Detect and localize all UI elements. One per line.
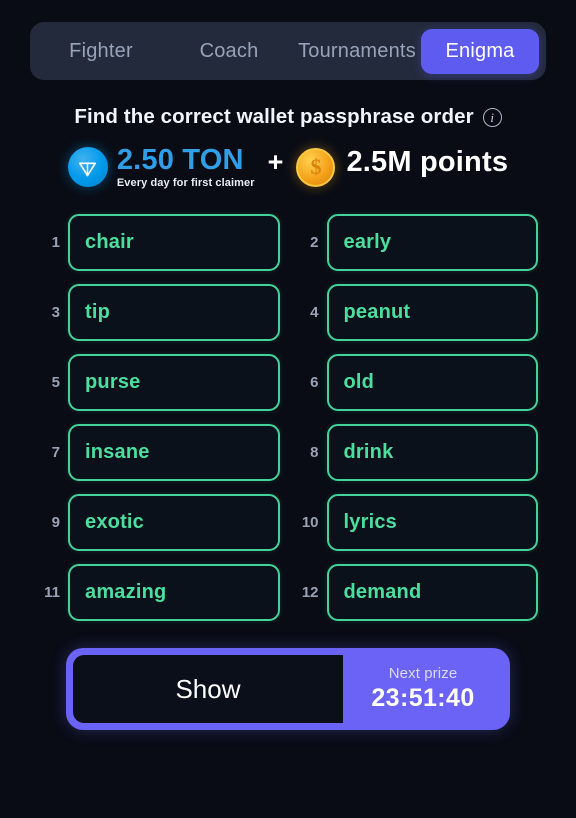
word-cell: 2 early — [297, 214, 538, 271]
word-label: peanut — [343, 301, 411, 323]
word-label: chair — [85, 231, 134, 253]
word-index: 4 — [310, 304, 319, 321]
tab-tournaments-label: Tournaments — [298, 39, 416, 62]
main-tab-bar: Fighter Coach Tournaments Enigma — [30, 22, 546, 80]
tab-fighter[interactable]: Fighter — [37, 29, 165, 74]
word-cell: 7 insane — [38, 424, 280, 481]
info-circle-icon[interactable]: i — [482, 107, 502, 127]
bottom-action-bar: Show Next prize 23:51:40 — [66, 648, 510, 730]
word-index: 5 — [51, 374, 60, 391]
word-label: old — [343, 371, 375, 393]
word-label: insane — [85, 441, 150, 463]
word-cell: 9 exotic — [38, 494, 280, 551]
word-card[interactable]: purse — [68, 354, 280, 411]
word-label: exotic — [85, 511, 145, 533]
word-index: 7 — [51, 444, 60, 461]
word-cell: 10 lyrics — [297, 494, 538, 551]
next-prize-countdown: 23:51:40 — [371, 684, 475, 712]
word-cell: 4 peanut — [297, 284, 538, 341]
prize-row: 2.50 TON Every day for first claimer + $… — [67, 143, 508, 191]
word-cell: 5 purse — [38, 354, 280, 411]
word-card[interactable]: early — [326, 214, 538, 271]
word-index: 10 — [301, 514, 319, 531]
tab-fighter-label: Fighter — [69, 39, 133, 62]
word-cell: 6 old — [297, 354, 538, 411]
ton-amount: 2.50 TON — [116, 143, 244, 176]
word-cell: 11 amazing — [38, 564, 280, 621]
word-cell: 12 demand — [297, 564, 538, 621]
word-card[interactable]: old — [326, 354, 538, 411]
word-index: 12 — [301, 584, 319, 601]
word-index: 2 — [310, 234, 319, 251]
word-card[interactable]: chair — [68, 214, 280, 271]
word-index: 11 — [44, 584, 60, 601]
ton-subtitle: Every day for first claimer — [116, 176, 255, 189]
word-label: early — [343, 231, 392, 253]
next-prize-label: Next prize — [388, 665, 458, 682]
word-label: purse — [85, 371, 141, 393]
word-index: 1 — [51, 234, 60, 251]
show-button[interactable]: Show — [73, 655, 343, 723]
word-label: tip — [85, 301, 111, 323]
points-amount: 2.5M points — [346, 146, 509, 178]
word-cell: 3 tip — [38, 284, 280, 341]
word-card[interactable]: peanut — [326, 284, 538, 341]
word-card[interactable]: amazing — [68, 564, 280, 621]
page-title: Find the correct wallet passphrase order — [74, 105, 474, 128]
word-index: 9 — [51, 514, 60, 531]
word-card[interactable]: exotic — [68, 494, 280, 551]
page-title-row: Find the correct wallet passphrase order… — [74, 105, 502, 129]
dollar-coin-icon: $ — [296, 147, 336, 187]
word-cell: 8 drink — [297, 424, 538, 481]
word-label: demand — [343, 581, 422, 603]
word-index: 6 — [310, 374, 319, 391]
tab-enigma-label: Enigma — [445, 39, 515, 62]
word-card[interactable]: insane — [68, 424, 280, 481]
ton-coin-icon — [67, 147, 108, 187]
show-button-label: Show — [175, 673, 241, 704]
prize-separator: + — [267, 146, 284, 177]
word-label: lyrics — [343, 511, 397, 533]
enigma-screen: Fighter Coach Tournaments Enigma Find th… — [0, 0, 576, 818]
word-label: drink — [343, 441, 394, 463]
word-card[interactable]: lyrics — [326, 494, 538, 551]
word-card[interactable]: drink — [326, 424, 538, 481]
word-label: amazing — [85, 581, 167, 603]
word-index: 3 — [51, 304, 60, 321]
word-index: 8 — [310, 444, 319, 461]
tab-enigma[interactable]: Enigma — [421, 28, 539, 74]
ton-prize: 2.50 TON Every day for first claimer — [67, 143, 255, 189]
next-prize-timer: Next prize 23:51:40 — [343, 655, 503, 723]
passphrase-word-grid: 1 chair 2 early 3 tip 4 peanut 5 purse 6… — [38, 214, 538, 621]
word-card[interactable]: tip — [68, 284, 280, 341]
points-prize: $ 2.5M points — [296, 146, 508, 188]
word-card[interactable]: demand — [326, 564, 538, 621]
tab-coach-label: Coach — [199, 39, 259, 62]
word-cell: 1 chair — [38, 214, 280, 271]
tab-coach[interactable]: Coach — [165, 29, 293, 74]
tab-tournaments[interactable]: Tournaments — [293, 29, 421, 74]
